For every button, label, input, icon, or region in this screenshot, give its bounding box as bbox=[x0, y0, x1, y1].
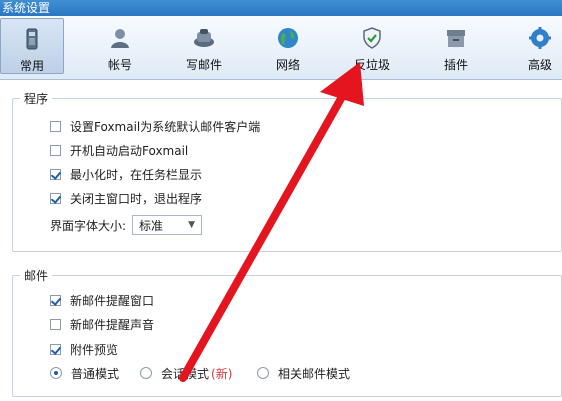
settings-panel: 程序 设置Foxmail为系统默认邮件客户端 开机自动启动Foxmail 最小化… bbox=[0, 80, 562, 401]
font-size-select[interactable]: 标准 ▼ bbox=[132, 215, 203, 235]
tab-account[interactable]: 帐号 bbox=[88, 18, 152, 74]
tab-general-label: 常用 bbox=[19, 59, 44, 73]
option-autostart[interactable]: 开机自动启动Foxmail bbox=[50, 141, 188, 159]
plugin-icon bbox=[447, 30, 465, 47]
tab-advanced-label: 高级 bbox=[527, 58, 552, 72]
font-size-label: 界面字体大小: bbox=[50, 218, 127, 233]
option-label: 附件预览 bbox=[70, 342, 119, 357]
option-default-client[interactable]: 设置Foxmail为系统默认邮件客户端 bbox=[50, 117, 260, 135]
checkbox[interactable] bbox=[50, 343, 61, 355]
mode-conversation[interactable]: 会话模式 (新) bbox=[140, 364, 232, 382]
tab-compose-label: 写邮件 bbox=[185, 58, 222, 72]
checkbox[interactable] bbox=[50, 294, 61, 306]
option-label: 开机自动启动Foxmail bbox=[70, 143, 189, 158]
tab-plugins[interactable]: 插件 bbox=[424, 18, 488, 74]
radio[interactable] bbox=[50, 367, 62, 379]
font-size-row: 界面字体大小: 标准 ▼ bbox=[50, 215, 203, 235]
tab-account-label: 帐号 bbox=[107, 58, 132, 72]
mode-label: 相关邮件模式 bbox=[278, 366, 351, 381]
compose-icon bbox=[194, 29, 214, 47]
tab-advanced[interactable]: 高级 bbox=[508, 18, 562, 74]
window-title-bar: 系统设置 bbox=[0, 0, 562, 16]
checkbox[interactable] bbox=[50, 120, 61, 132]
checkbox[interactable] bbox=[50, 192, 61, 204]
chevron-down-icon: ▼ bbox=[188, 220, 196, 230]
settings-toolbar: 常用 帐号 写邮件 网络 反垃圾 插件 高级 bbox=[0, 16, 562, 80]
new-tag: (新) bbox=[211, 366, 233, 381]
tab-plugins-label: 插件 bbox=[443, 58, 468, 72]
tab-antispam-label: 反垃圾 bbox=[353, 58, 390, 72]
radio[interactable] bbox=[140, 367, 152, 379]
mode-label: 普通模式 bbox=[71, 366, 120, 381]
shield-icon bbox=[363, 27, 381, 49]
program-legend: 程序 bbox=[20, 90, 53, 107]
mode-related[interactable]: 相关邮件模式 bbox=[257, 364, 350, 382]
checkbox[interactable] bbox=[50, 168, 61, 180]
option-label: 最小化时，在任务栏显示 bbox=[70, 167, 203, 182]
user-icon bbox=[111, 29, 129, 48]
tab-compose[interactable]: 写邮件 bbox=[172, 18, 236, 74]
option-label: 新邮件提醒声音 bbox=[70, 317, 155, 332]
tab-network-label: 网络 bbox=[275, 58, 300, 72]
checkbox[interactable] bbox=[50, 144, 61, 156]
checkbox[interactable] bbox=[50, 318, 61, 330]
tab-antispam[interactable]: 反垃圾 bbox=[340, 18, 404, 74]
option-attachment-preview[interactable]: 附件预览 bbox=[50, 340, 118, 358]
window-title: 系统设置 bbox=[2, 1, 51, 15]
tab-general[interactable]: 常用 bbox=[0, 18, 64, 74]
option-label: 关闭主窗口时，退出程序 bbox=[70, 191, 203, 206]
option-label: 新邮件提醒窗口 bbox=[70, 293, 155, 308]
phone-icon bbox=[26, 28, 38, 50]
option-label: 设置Foxmail为系统默认邮件客户端 bbox=[70, 119, 261, 134]
radio[interactable] bbox=[257, 367, 269, 379]
mode-normal[interactable]: 普通模式 bbox=[50, 364, 119, 382]
option-new-mail-sound[interactable]: 新邮件提醒声音 bbox=[50, 315, 154, 333]
font-size-value: 标准 bbox=[139, 218, 164, 233]
gear-icon bbox=[529, 27, 551, 49]
tab-network[interactable]: 网络 bbox=[256, 18, 320, 74]
mail-legend: 邮件 bbox=[20, 267, 53, 284]
option-minimize-taskbar[interactable]: 最小化时，在任务栏显示 bbox=[50, 165, 202, 183]
globe-icon bbox=[278, 28, 298, 48]
option-new-mail-window[interactable]: 新邮件提醒窗口 bbox=[50, 291, 154, 309]
mode-label: 会话模式 bbox=[161, 366, 210, 381]
option-close-exit[interactable]: 关闭主窗口时，退出程序 bbox=[50, 189, 202, 207]
